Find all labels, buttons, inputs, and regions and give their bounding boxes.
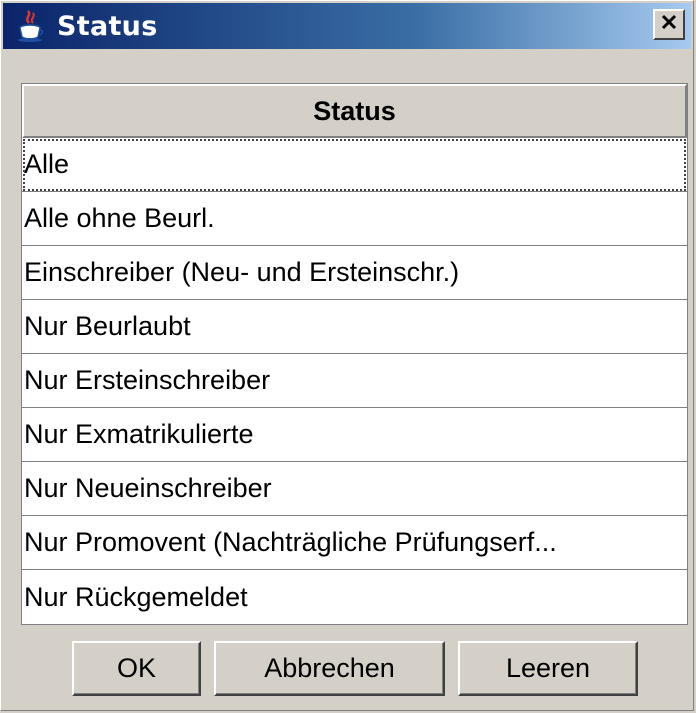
table-row[interactable]: Nur Beurlaubt: [22, 300, 687, 354]
status-dialog: Status Status Alle Alle ohne Beurl. Eins…: [0, 0, 694, 711]
cancel-button[interactable]: Abbrechen: [214, 641, 445, 696]
table-row[interactable]: Nur Ersteinschreiber: [22, 354, 687, 408]
ok-button[interactable]: OK: [72, 641, 201, 696]
close-button[interactable]: [653, 9, 685, 40]
column-header-status[interactable]: Status: [22, 84, 687, 138]
table-row[interactable]: Alle ohne Beurl.: [22, 192, 687, 246]
table-row[interactable]: Alle: [22, 138, 687, 192]
table-row[interactable]: Nur Neueinschreiber: [22, 462, 687, 516]
table-row[interactable]: Nur Promovent (Nachträgliche Prüfungserf…: [22, 516, 687, 570]
table-row[interactable]: Nur Rückgemeldet: [22, 570, 687, 624]
java-coffee-cup-icon: [11, 6, 51, 46]
window-title: Status: [57, 10, 158, 42]
table-row[interactable]: Nur Exmatrikulierte: [22, 408, 687, 462]
clear-button[interactable]: Leeren: [458, 641, 638, 696]
title-bar[interactable]: Status: [3, 3, 691, 49]
table-row[interactable]: Einschreiber (Neu- und Ersteinschr.): [22, 246, 687, 300]
close-icon: [661, 14, 677, 35]
status-table: Status Alle Alle ohne Beurl. Einschreibe…: [21, 83, 688, 625]
button-bar: OK Abbrechen Leeren: [1, 641, 695, 697]
